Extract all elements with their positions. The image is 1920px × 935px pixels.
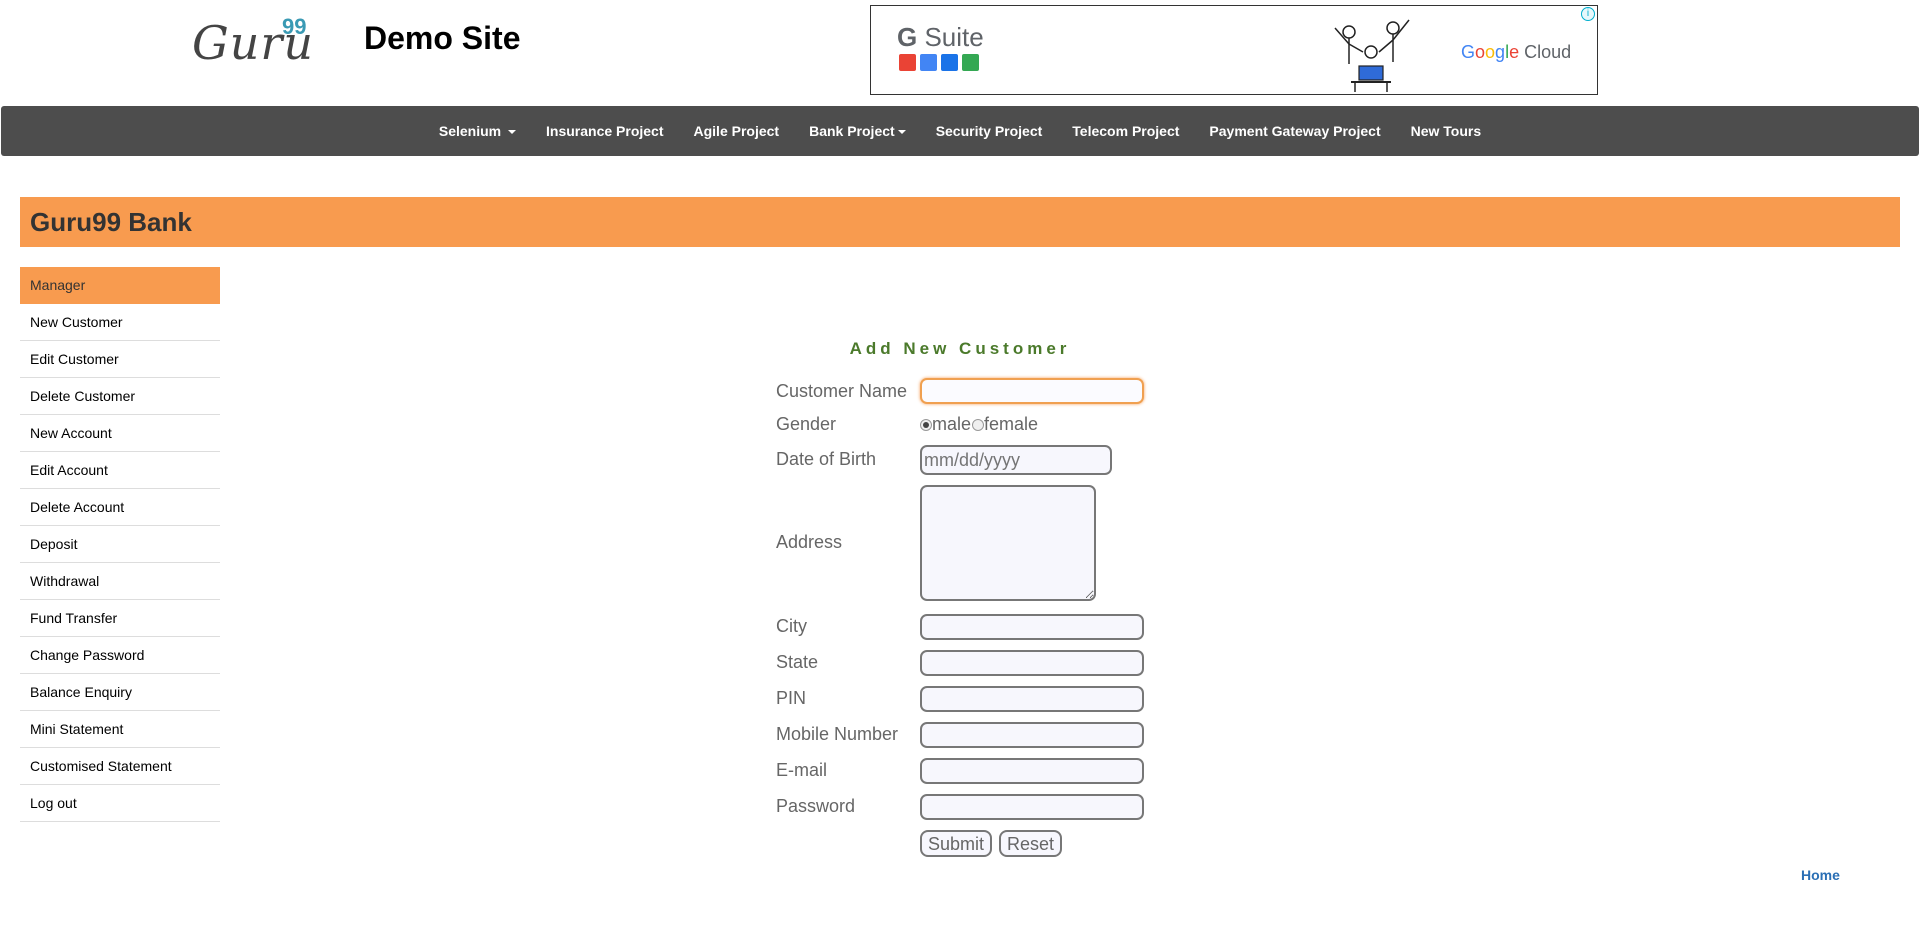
guru99-logo-superscript: 99 [282, 14, 307, 39]
docs-icon [920, 54, 937, 71]
nav-item-new-tours[interactable]: New Tours [1396, 123, 1497, 139]
ad-illustration-people [1334, 19, 1410, 92]
sidebar-item-customised-statement[interactable]: Customised Statement [20, 748, 220, 785]
gender-female-radio[interactable] [972, 418, 985, 431]
sidebar-item-new-customer[interactable]: New Customer [20, 304, 220, 341]
calendar-icon [941, 54, 958, 71]
pin-input[interactable] [920, 686, 1144, 712]
sidebar-item-delete-account[interactable]: Delete Account [20, 489, 220, 526]
sidebar-item-log-out[interactable]: Log out [20, 785, 220, 822]
gender-label: Gender [776, 414, 837, 434]
home-link[interactable]: Home [1801, 867, 1840, 883]
reset-button[interactable]: Reset [999, 830, 1063, 857]
city-input[interactable] [920, 614, 1144, 640]
gender-female-label: female [984, 414, 1039, 434]
gmail-icon [899, 54, 916, 71]
sidebar-item-edit-customer[interactable]: Edit Customer [20, 341, 220, 378]
sidebar-item-deposit[interactable]: Deposit [20, 526, 220, 563]
site-title: Demo Site [364, 20, 521, 56]
sidebar-item-delete-customer[interactable]: Delete Customer [20, 378, 220, 415]
dob-input[interactable] [920, 445, 1112, 475]
ad-info-icon[interactable]: i [1581, 7, 1595, 21]
mobile-number-input[interactable] [920, 722, 1144, 748]
gender-male-label: male [932, 414, 972, 434]
nav-item-security-project[interactable]: Security Project [921, 123, 1058, 139]
address-label: Address [776, 532, 843, 552]
nav-item-insurance-project[interactable]: Insurance Project [531, 123, 679, 139]
bank-heading: Guru99 Bank [20, 197, 1900, 247]
nav-item-telecom-project[interactable]: Telecom Project [1057, 123, 1194, 139]
top-header: Guru 99 Demo Site G Suite Google Cloud i [0, 0, 1920, 100]
nav-item-payment-gateway-project[interactable]: Payment Gateway Project [1194, 123, 1395, 139]
ad-gsuite-app-icons [899, 54, 979, 71]
sidebar-item-withdrawal[interactable]: Withdrawal [20, 563, 220, 600]
state-input[interactable] [920, 650, 1144, 676]
ad-banner[interactable]: G Suite Google Cloud i [870, 5, 1598, 95]
sidebar-menu: Manager New Customer Edit Customer Delet… [20, 267, 220, 822]
caret-down-icon [897, 130, 906, 135]
sidebar-item-balance-enquiry[interactable]: Balance Enquiry [20, 674, 220, 711]
password-label: Password [776, 796, 856, 816]
ad-google-cloud-logo: Google Cloud [1461, 42, 1572, 62]
sidebar-item-change-password[interactable]: Change Password [20, 637, 220, 674]
top-navbar: Selenium Insurance Project Agile Project… [1, 106, 1919, 156]
password-input[interactable] [920, 794, 1144, 820]
pin-label: PIN [776, 688, 807, 708]
submit-button[interactable]: Submit [920, 830, 993, 857]
email-label: E-mail [776, 760, 828, 780]
city-label: City [776, 616, 807, 636]
sidebar-item-manager[interactable]: Manager [20, 267, 220, 304]
gender-radio-group: male female [920, 414, 1038, 435]
state-label: State [776, 652, 819, 672]
mobile-number-label: Mobile Number [776, 724, 899, 744]
nav-item-selenium[interactable]: Selenium [424, 123, 531, 139]
email-input[interactable] [920, 758, 1144, 784]
nav-item-agile-project[interactable]: Agile Project [679, 123, 795, 139]
sidebar-item-new-account[interactable]: New Account [20, 415, 220, 452]
sidebar-item-edit-account[interactable]: Edit Account [20, 452, 220, 489]
ad-gsuite-logo: G Suite [897, 22, 984, 52]
drive-icon [962, 54, 979, 71]
sidebar-item-fund-transfer[interactable]: Fund Transfer [20, 600, 220, 637]
customer-name-input[interactable] [920, 378, 1144, 404]
nav-item-bank-project[interactable]: Bank Project [794, 123, 921, 139]
address-textarea[interactable] [920, 485, 1096, 601]
form-title: Add New Customer [849, 339, 1071, 358]
sidebar-item-mini-statement[interactable]: Mini Statement [20, 711, 220, 748]
gender-male-radio[interactable] [920, 418, 932, 431]
caret-down-icon [508, 130, 516, 135]
dob-label: Date of Birth [776, 449, 877, 469]
customer-name-label: Customer Name [776, 381, 908, 401]
